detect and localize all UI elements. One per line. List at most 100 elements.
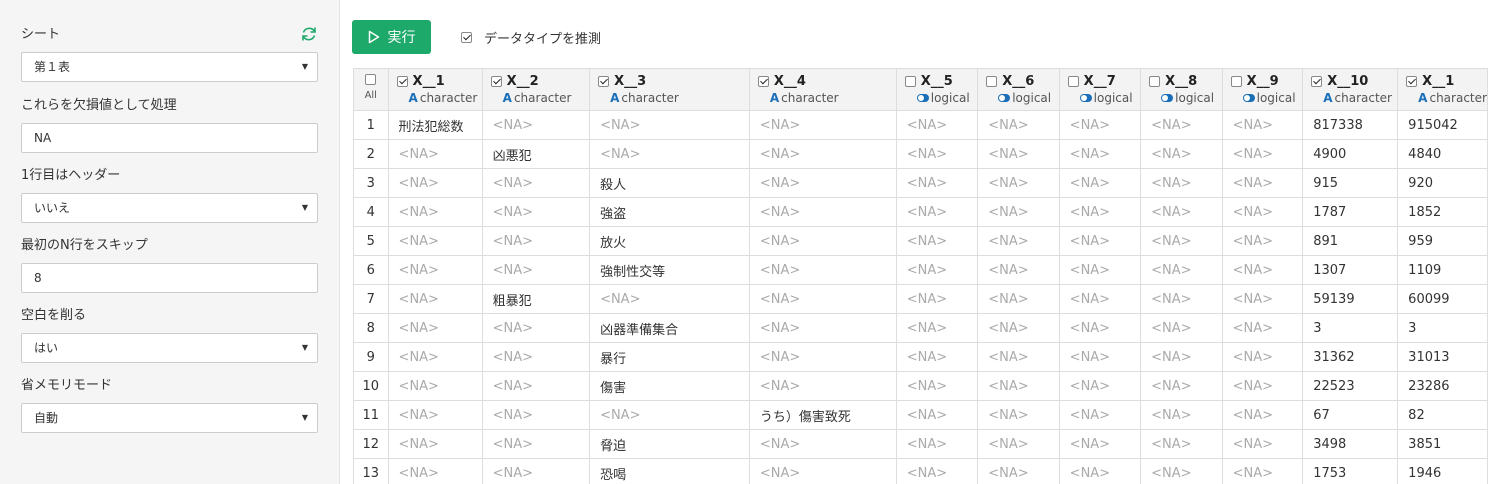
table-cell: <NA> [589, 110, 750, 140]
column-title: X__4 [757, 70, 895, 89]
column-type[interactable]: Acharacter [1311, 91, 1396, 105]
table-cell: 31013 [1397, 342, 1488, 372]
column-select-checkbox[interactable] [757, 76, 769, 87]
table-cell: <NA> [1221, 226, 1304, 256]
character-type-icon: A [1418, 91, 1428, 105]
column-type[interactable]: logical [1149, 91, 1221, 105]
table-cell: <NA> [1140, 458, 1223, 484]
column-header[interactable]: X__10 Acharacter [1302, 68, 1399, 111]
chevron-down-icon: ▼ [301, 203, 308, 212]
table-cell: 恐喝 [589, 458, 750, 484]
table-cell: <NA> [387, 400, 483, 430]
column-type[interactable]: logical [986, 91, 1058, 105]
column-type[interactable]: Acharacter [598, 91, 748, 105]
table-cell: <NA> [1140, 371, 1223, 401]
table-cell: <NA> [387, 226, 483, 256]
table-cell: <NA> [481, 313, 591, 343]
column-header[interactable]: X__1 Acharacter [1397, 68, 1488, 111]
table-cell: <NA> [748, 168, 897, 198]
column-header[interactable]: X__2 Acharacter [481, 68, 591, 111]
column-type-label: logical [1256, 91, 1296, 105]
table-cell: <NA> [895, 255, 979, 285]
column-title: X__1 [1406, 70, 1486, 89]
header-row: All X__1 Acharacter X__2 Acharacter X__3 Acha… [353, 68, 1488, 111]
refresh-icon[interactable] [300, 25, 318, 43]
table-cell: <NA> [1140, 139, 1223, 169]
table-cell: 23286 [1397, 371, 1488, 401]
column-type-label: character [621, 91, 679, 105]
run-button[interactable]: 実行 [352, 20, 431, 54]
table-cell: <NA> [895, 371, 979, 401]
column-header[interactable]: X__8 logical [1140, 68, 1223, 111]
column-header[interactable]: X__9 logical [1221, 68, 1304, 111]
column-name: X__3 [614, 74, 647, 89]
column-type[interactable]: logical [905, 91, 977, 105]
table-cell: 暴行 [589, 342, 750, 372]
row-number: 1 [353, 110, 389, 140]
table-cell: <NA> [1140, 342, 1223, 372]
character-type-icon: A [1323, 91, 1333, 105]
column-select-checkbox[interactable] [598, 76, 610, 87]
na-input[interactable]: NA [21, 123, 318, 153]
table-cell: 915 [1302, 168, 1399, 198]
column-header[interactable]: X__1 Acharacter [387, 68, 483, 111]
table-cell: <NA> [977, 313, 1060, 343]
table-cell: <NA> [977, 168, 1060, 198]
memory-select[interactable]: 自動 ▼ [21, 403, 318, 433]
table-cell: <NA> [1058, 226, 1142, 256]
column-header[interactable]: X__3 Acharacter [589, 68, 750, 111]
column-select-checkbox[interactable] [1406, 76, 1418, 87]
column-header[interactable]: X__7 logical [1058, 68, 1142, 111]
column-title: X__1 [396, 70, 482, 89]
skip-input[interactable]: 8 [21, 263, 318, 293]
column-header[interactable]: X__4 Acharacter [748, 68, 897, 111]
column-select-checkbox[interactable] [490, 76, 502, 87]
select-all-checkbox[interactable] [365, 74, 377, 85]
column-type[interactable]: Acharacter [758, 91, 895, 105]
column-header[interactable]: X__6 logical [977, 68, 1060, 111]
table-cell: 22523 [1302, 371, 1399, 401]
guess-type-checkbox[interactable] [461, 32, 472, 43]
table-cell: <NA> [1058, 255, 1142, 285]
trim-field: 空白を削る はい ▼ [21, 307, 318, 363]
table-cell: <NA> [895, 313, 979, 343]
column-type[interactable]: Acharacter [491, 91, 589, 105]
column-select-checkbox[interactable] [1067, 76, 1079, 87]
column-name: X__4 [773, 74, 806, 89]
column-select-checkbox[interactable] [986, 76, 998, 87]
table-cell: 31362 [1302, 342, 1399, 372]
table-cell: <NA> [589, 400, 750, 430]
table-cell: <NA> [748, 458, 897, 484]
header-select[interactable]: いいえ ▼ [21, 193, 318, 223]
column-type-label: logical [1012, 91, 1052, 105]
chevron-down-icon: ▼ [301, 62, 308, 71]
table-cell: 1787 [1302, 197, 1399, 227]
column-select-checkbox[interactable] [1230, 76, 1242, 87]
column-select-checkbox[interactable] [1149, 76, 1161, 87]
table-cell: <NA> [387, 458, 483, 484]
column-name: X__5 [920, 74, 953, 89]
column-select-checkbox[interactable] [1311, 76, 1323, 87]
column-type-label: logical [1175, 91, 1215, 105]
column-type[interactable]: Acharacter [1406, 91, 1486, 105]
data-table: All X__1 Acharacter X__2 Acharacter X__3 Acha… [353, 68, 1488, 484]
column-name: X__1 [1422, 74, 1455, 89]
column-select-checkbox[interactable] [904, 76, 916, 87]
table-cell: 67 [1302, 400, 1399, 430]
table-cell: <NA> [977, 284, 1060, 314]
column-header[interactable]: X__5logical [895, 68, 979, 111]
column-type[interactable]: Acharacter [397, 91, 482, 105]
main-panel: 実行 データタイプを推測 All X__1 Acharacter X__2 A … [341, 0, 1488, 484]
column-type[interactable]: logical [1068, 91, 1140, 105]
column-name: X__1 [412, 74, 445, 89]
table-cell: <NA> [481, 371, 591, 401]
sheet-select[interactable]: 第１表 ▼ [21, 52, 318, 82]
table-cell: <NA> [387, 139, 483, 169]
column-type[interactable]: logical [1231, 91, 1302, 105]
trim-select[interactable]: はい ▼ [21, 333, 318, 363]
table-cell: <NA> [1140, 313, 1223, 343]
table-cell: 殺人 [589, 168, 750, 198]
table-cell: <NA> [977, 139, 1060, 169]
table-cell: <NA> [589, 139, 750, 169]
column-select-checkbox[interactable] [396, 76, 408, 87]
